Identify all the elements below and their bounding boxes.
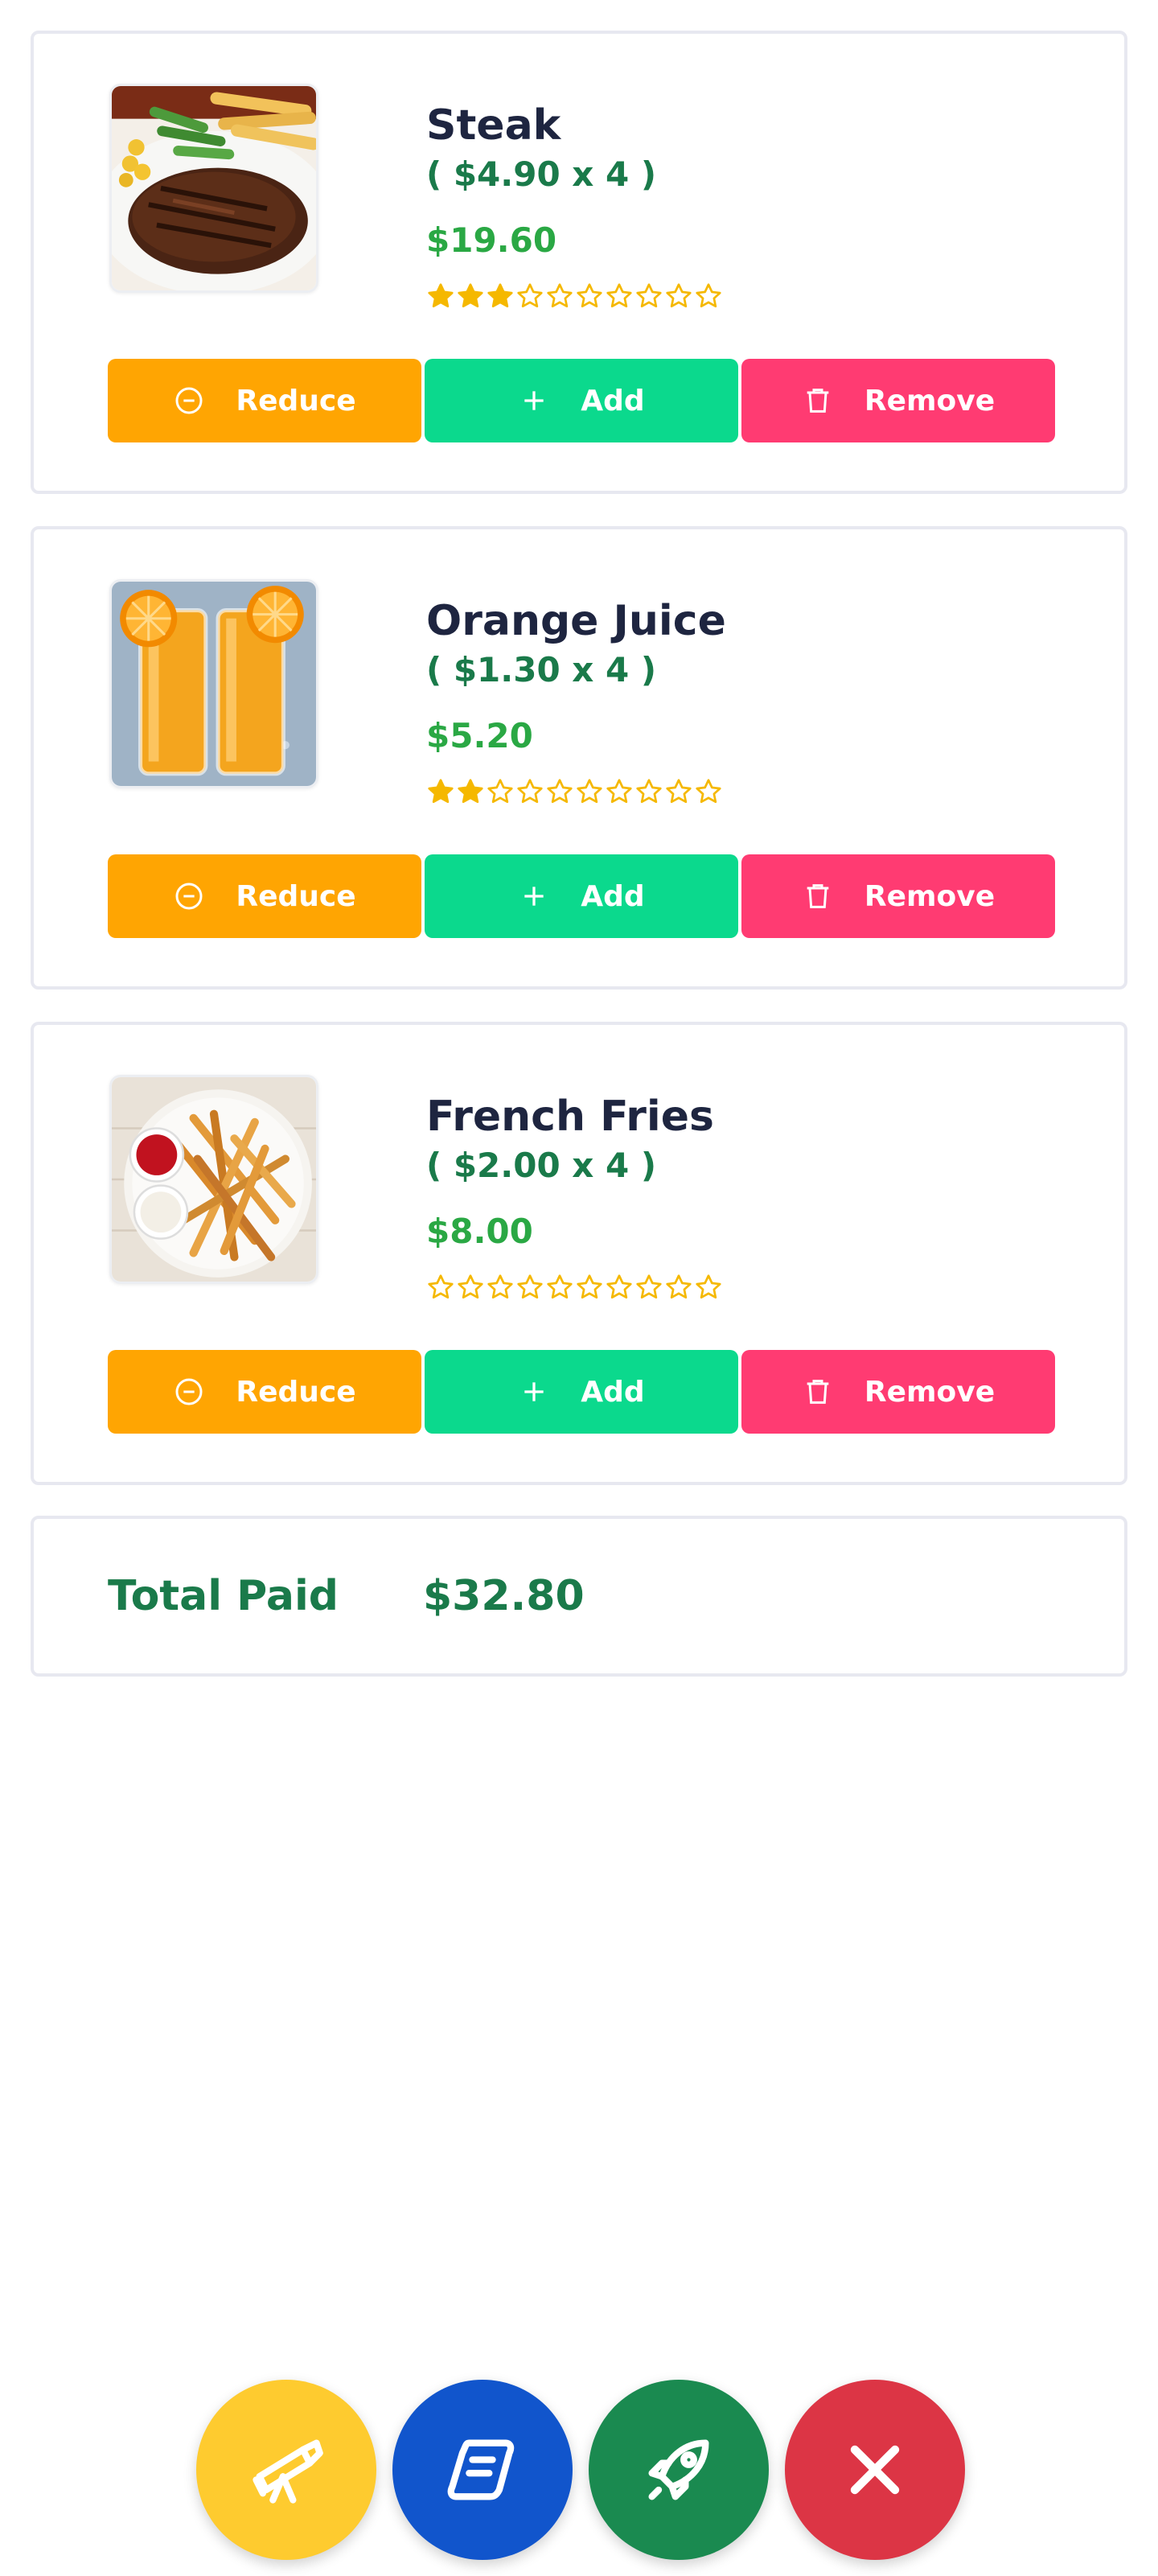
- star-filled-icon: [458, 283, 483, 308]
- rating-stars: [426, 777, 723, 806]
- trash-icon: [807, 389, 829, 413]
- star-outline-icon: [577, 283, 602, 308]
- item-subtotal: $5.20: [426, 716, 533, 755]
- star-outline-icon: [458, 1274, 483, 1299]
- star-outline-icon: [577, 779, 602, 804]
- total-card: Total Paid $32.80: [31, 1516, 1127, 1677]
- french-fries-photo: [109, 1075, 318, 1284]
- item-unit-price-qty: ( $4.90 x 4 ): [426, 154, 657, 194]
- close-fab-button[interactable]: [785, 2380, 965, 2560]
- star-outline-icon: [636, 779, 662, 804]
- minus-circle-icon: [175, 387, 203, 414]
- reduce-label: Reduce: [236, 879, 356, 913]
- telescope-fab-button[interactable]: [196, 2380, 376, 2560]
- item-subtotal: $19.60: [426, 220, 557, 260]
- star-outline-icon: [606, 779, 632, 804]
- remove-label: Remove: [864, 384, 996, 418]
- total-label: Total Paid: [108, 1572, 339, 1620]
- plus-icon: [524, 1382, 544, 1401]
- rocket-icon: [648, 2439, 709, 2500]
- item-name: Orange Juice: [426, 597, 726, 645]
- item-name: Steak: [426, 101, 561, 150]
- add-label: Add: [581, 879, 645, 913]
- star-outline-icon: [547, 1274, 573, 1299]
- reduce-label: Reduce: [236, 384, 356, 418]
- star-outline-icon: [636, 283, 662, 308]
- rating-stars: [426, 1273, 723, 1302]
- star-outline-icon: [636, 1274, 662, 1299]
- star-outline-icon: [487, 1274, 513, 1299]
- item-name: French Fries: [426, 1093, 714, 1141]
- star-filled-icon: [428, 779, 454, 804]
- star-outline-icon: [517, 283, 543, 308]
- minus-circle-icon: [175, 1378, 203, 1405]
- item-unit-price-qty: ( $1.30 x 4 ): [426, 650, 657, 689]
- star-outline-icon: [696, 283, 721, 308]
- star-outline-icon: [666, 779, 692, 804]
- cart-item-card: Orange Juice ( $1.30 x 4 ) $5.20 Reduce …: [31, 526, 1127, 990]
- remove-button[interactable]: Remove: [741, 854, 1055, 938]
- reduce-button[interactable]: Reduce: [108, 359, 421, 442]
- item-unit-price-qty: ( $2.00 x 4 ): [426, 1146, 657, 1185]
- star-outline-icon: [517, 1274, 543, 1299]
- star-filled-icon: [487, 283, 513, 308]
- remove-label: Remove: [864, 1375, 996, 1409]
- remove-label: Remove: [864, 879, 996, 913]
- add-label: Add: [581, 384, 645, 418]
- total-value: $32.80: [423, 1572, 585, 1620]
- add-button[interactable]: Add: [425, 854, 738, 938]
- star-outline-icon: [606, 1274, 632, 1299]
- rocket-fab-button[interactable]: [589, 2380, 769, 2560]
- star-outline-icon: [517, 779, 543, 804]
- telescope-icon: [253, 2439, 323, 2504]
- steak-photo: [109, 84, 318, 293]
- star-outline-icon: [696, 1274, 721, 1299]
- star-outline-icon: [428, 1274, 454, 1299]
- trash-icon: [807, 884, 829, 908]
- minus-circle-icon: [175, 883, 203, 910]
- star-filled-icon: [428, 283, 454, 308]
- star-outline-icon: [547, 283, 573, 308]
- star-outline-icon: [577, 1274, 602, 1299]
- remove-button[interactable]: Remove: [741, 1350, 1055, 1434]
- add-label: Add: [581, 1375, 645, 1409]
- add-button[interactable]: Add: [425, 1350, 738, 1434]
- cart-item-card: French Fries ( $2.00 x 4 ) $8.00 Reduce …: [31, 1022, 1127, 1485]
- reduce-button[interactable]: Reduce: [108, 1350, 421, 1434]
- remove-button[interactable]: Remove: [741, 359, 1055, 442]
- add-button[interactable]: Add: [425, 359, 738, 442]
- reduce-button[interactable]: Reduce: [108, 854, 421, 938]
- scroll-fab-button[interactable]: [392, 2380, 573, 2560]
- star-outline-icon: [666, 1274, 692, 1299]
- orange-juice-photo: [109, 579, 318, 788]
- cart-item-card: Steak ( $4.90 x 4 ) $19.60 Reduce Add Re…: [31, 31, 1127, 494]
- item-subtotal: $8.00: [426, 1212, 533, 1251]
- trash-icon: [807, 1380, 829, 1404]
- plus-icon: [524, 391, 544, 410]
- close-icon: [850, 2445, 900, 2495]
- plus-icon: [524, 887, 544, 906]
- star-outline-icon: [666, 283, 692, 308]
- star-outline-icon: [606, 283, 632, 308]
- rating-stars: [426, 282, 723, 311]
- star-outline-icon: [547, 779, 573, 804]
- star-outline-icon: [696, 779, 721, 804]
- scroll-icon: [447, 2439, 515, 2500]
- star-outline-icon: [487, 779, 513, 804]
- reduce-label: Reduce: [236, 1375, 356, 1409]
- star-filled-icon: [458, 779, 483, 804]
